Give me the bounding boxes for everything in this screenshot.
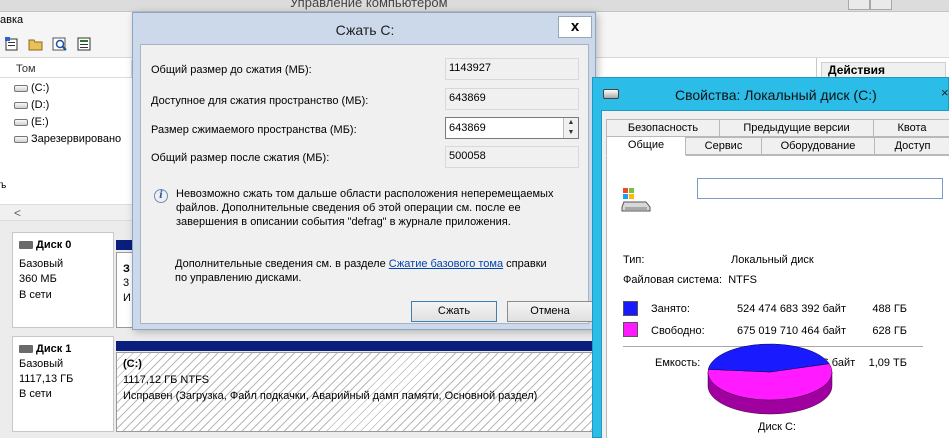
drive-icon xyxy=(14,118,28,126)
volume-label-input[interactable] xyxy=(697,178,943,199)
tab-general[interactable]: Общие xyxy=(606,136,686,156)
maximize-button[interactable] xyxy=(870,0,892,10)
shrink-button[interactable]: Сжать xyxy=(411,301,497,322)
more-info-text-line2: по управлению дисками. xyxy=(175,272,302,284)
list-item[interactable]: (D:) xyxy=(14,97,49,114)
volume-list-header[interactable]: Том xyxy=(0,60,132,78)
disk-1-type: Базовый xyxy=(19,358,64,370)
shrink-dialog-body: Общий размер до сжатия (МБ): 1143927 Дос… xyxy=(140,44,593,324)
after-size-value: 500058 xyxy=(445,146,579,168)
help-link[interactable]: Сжатие базового тома xyxy=(389,258,503,270)
scroll-left-icon[interactable]: < xyxy=(14,206,21,220)
properties-dialog: Свойства: Локальный диск (C:) × Безопасн… xyxy=(592,77,949,438)
spin-up-icon[interactable]: ▲ xyxy=(563,118,578,128)
shrink-amount-label: Размер сжимаемого пространства (МБ): xyxy=(151,124,357,136)
horizontal-scrollbar[interactable]: < xyxy=(0,204,132,221)
partition-bar xyxy=(116,341,592,351)
list-item[interactable]: Зарезервировано xyxy=(14,131,121,148)
free-bytes: 675 019 710 464 байт xyxy=(737,325,846,337)
total-size-value: 1143927 xyxy=(445,58,579,80)
used-bytes: 524 474 683 392 байт xyxy=(737,303,846,315)
partition-status: Исправен (Загрузка, Файл подкачки, Авари… xyxy=(123,390,538,402)
total-size-label: Общий размер до сжатия (МБ): xyxy=(151,64,312,76)
type-label: Тип: xyxy=(623,254,645,266)
disk-1-size: 1117,13 ГБ xyxy=(19,373,74,385)
info-text-line: Невозможно сжать том дальше области расп… xyxy=(176,188,554,200)
free-gb: 628 ГБ xyxy=(872,325,907,337)
menu-item-fragment[interactable]: авка xyxy=(0,14,23,26)
tab-hardware[interactable]: Оборудование xyxy=(761,137,875,155)
disk-icon xyxy=(19,345,33,354)
tab-security[interactable]: Безопасность xyxy=(606,119,720,137)
disk-1-partition-c[interactable]: (C:) 1117,12 ГБ NTFS Исправен (Загрузка,… xyxy=(116,352,592,432)
list-item[interactable]: (E:) xyxy=(14,114,49,131)
type-value: Локальный диск xyxy=(731,254,814,266)
used-color-swatch xyxy=(623,301,638,316)
used-label: Занято: xyxy=(651,303,690,315)
volume-list: (C:) (D:) (E:) Зарезервировано т ъ xyxy=(0,78,132,224)
disk-0-status: В сети xyxy=(19,289,52,301)
list-item[interactable]: (C:) xyxy=(14,80,49,97)
partition-size-fs: 1117,12 ГБ NTFS xyxy=(123,374,210,386)
disk-icon xyxy=(19,241,33,250)
mmc-window-title: Управление компьютером xyxy=(290,0,448,10)
disk-0-info[interactable]: Диск 0 Базовый 360 МБ В сети xyxy=(12,232,114,328)
drive-icon xyxy=(14,101,28,109)
properties-body: Безопасность Предыдущие версии Квота Общ… xyxy=(601,110,949,438)
drive-icon xyxy=(14,84,28,92)
disk-1-info[interactable]: Диск 1 Базовый 1117,13 ГБ В сети xyxy=(12,336,114,432)
find-icon[interactable] xyxy=(52,36,68,52)
general-tab-page: Тип: Локальный диск Файловая система: NT… xyxy=(606,155,949,438)
disk-1-status: В сети xyxy=(19,388,52,400)
properties-icon[interactable] xyxy=(4,36,20,52)
mmc-title-bar: Управление компьютером xyxy=(0,0,949,12)
available-space-value: 643869 xyxy=(445,88,579,110)
filesystem-label: Файловая система: NTFS xyxy=(623,274,757,286)
local-disk-icon xyxy=(621,186,653,214)
tab-previous-versions[interactable]: Предыдущие версии xyxy=(719,119,874,137)
free-label: Свободно: xyxy=(651,325,705,337)
cancel-button[interactable]: Отмена xyxy=(507,301,593,322)
disk-0-type: Базовый xyxy=(19,258,64,270)
capacity-label: Емкость: xyxy=(655,357,701,369)
info-icon: i xyxy=(154,189,168,203)
shrink-amount-input[interactable] xyxy=(446,118,562,138)
open-folder-icon[interactable] xyxy=(28,36,44,52)
minimize-button[interactable] xyxy=(848,0,870,10)
tab-sharing[interactable]: Доступ xyxy=(874,137,949,155)
close-button[interactable]: × xyxy=(941,83,949,103)
side-fragment: ъ xyxy=(0,180,7,191)
disk-0-size: 360 МБ xyxy=(19,273,57,285)
info-text-line: завершения в описании события "defrag" в… xyxy=(176,216,511,228)
info-text-line: файлов. Дополнительные сведения об этой … xyxy=(176,202,521,214)
actions-header[interactable]: Действия xyxy=(821,62,946,78)
shrink-amount-stepper[interactable]: ▲ ▼ xyxy=(445,117,579,139)
partition-label: (C:) xyxy=(123,358,142,370)
available-space-label: Доступное для сжатия пространство (МБ): xyxy=(151,95,369,107)
more-info-text: Дополнительные сведения см. в разделе Сж… xyxy=(175,258,547,270)
column-header-volume[interactable]: Том xyxy=(16,63,36,75)
filesystem-value: NTFS xyxy=(728,274,757,286)
dialog-title: Свойства: Локальный диск (C:) xyxy=(675,87,877,103)
capacity-tb: 1,09 ТБ xyxy=(868,357,907,369)
pie-caption: Диск С: xyxy=(758,421,796,433)
disk-0-title: Диск 0 xyxy=(19,239,71,251)
tab-tools[interactable]: Сервис xyxy=(685,137,762,155)
after-size-label: Общий размер после сжатия (МБ): xyxy=(151,152,330,164)
drive-icon xyxy=(603,89,619,99)
drive-icon xyxy=(14,135,28,143)
close-button[interactable]: x xyxy=(558,16,592,38)
tab-quota[interactable]: Квота xyxy=(873,119,949,137)
dialog-title: Сжать С: xyxy=(335,22,395,38)
export-icon[interactable] xyxy=(76,36,92,52)
shrink-dialog: Сжать С: x Общий размер до сжатия (МБ): … xyxy=(132,12,596,330)
free-color-swatch xyxy=(623,322,638,337)
spin-down-icon[interactable]: ▼ xyxy=(563,128,578,138)
disk-usage-pie-chart xyxy=(707,343,833,415)
used-gb: 488 ГБ xyxy=(872,303,907,315)
disk-1-title: Диск 1 xyxy=(19,343,71,355)
